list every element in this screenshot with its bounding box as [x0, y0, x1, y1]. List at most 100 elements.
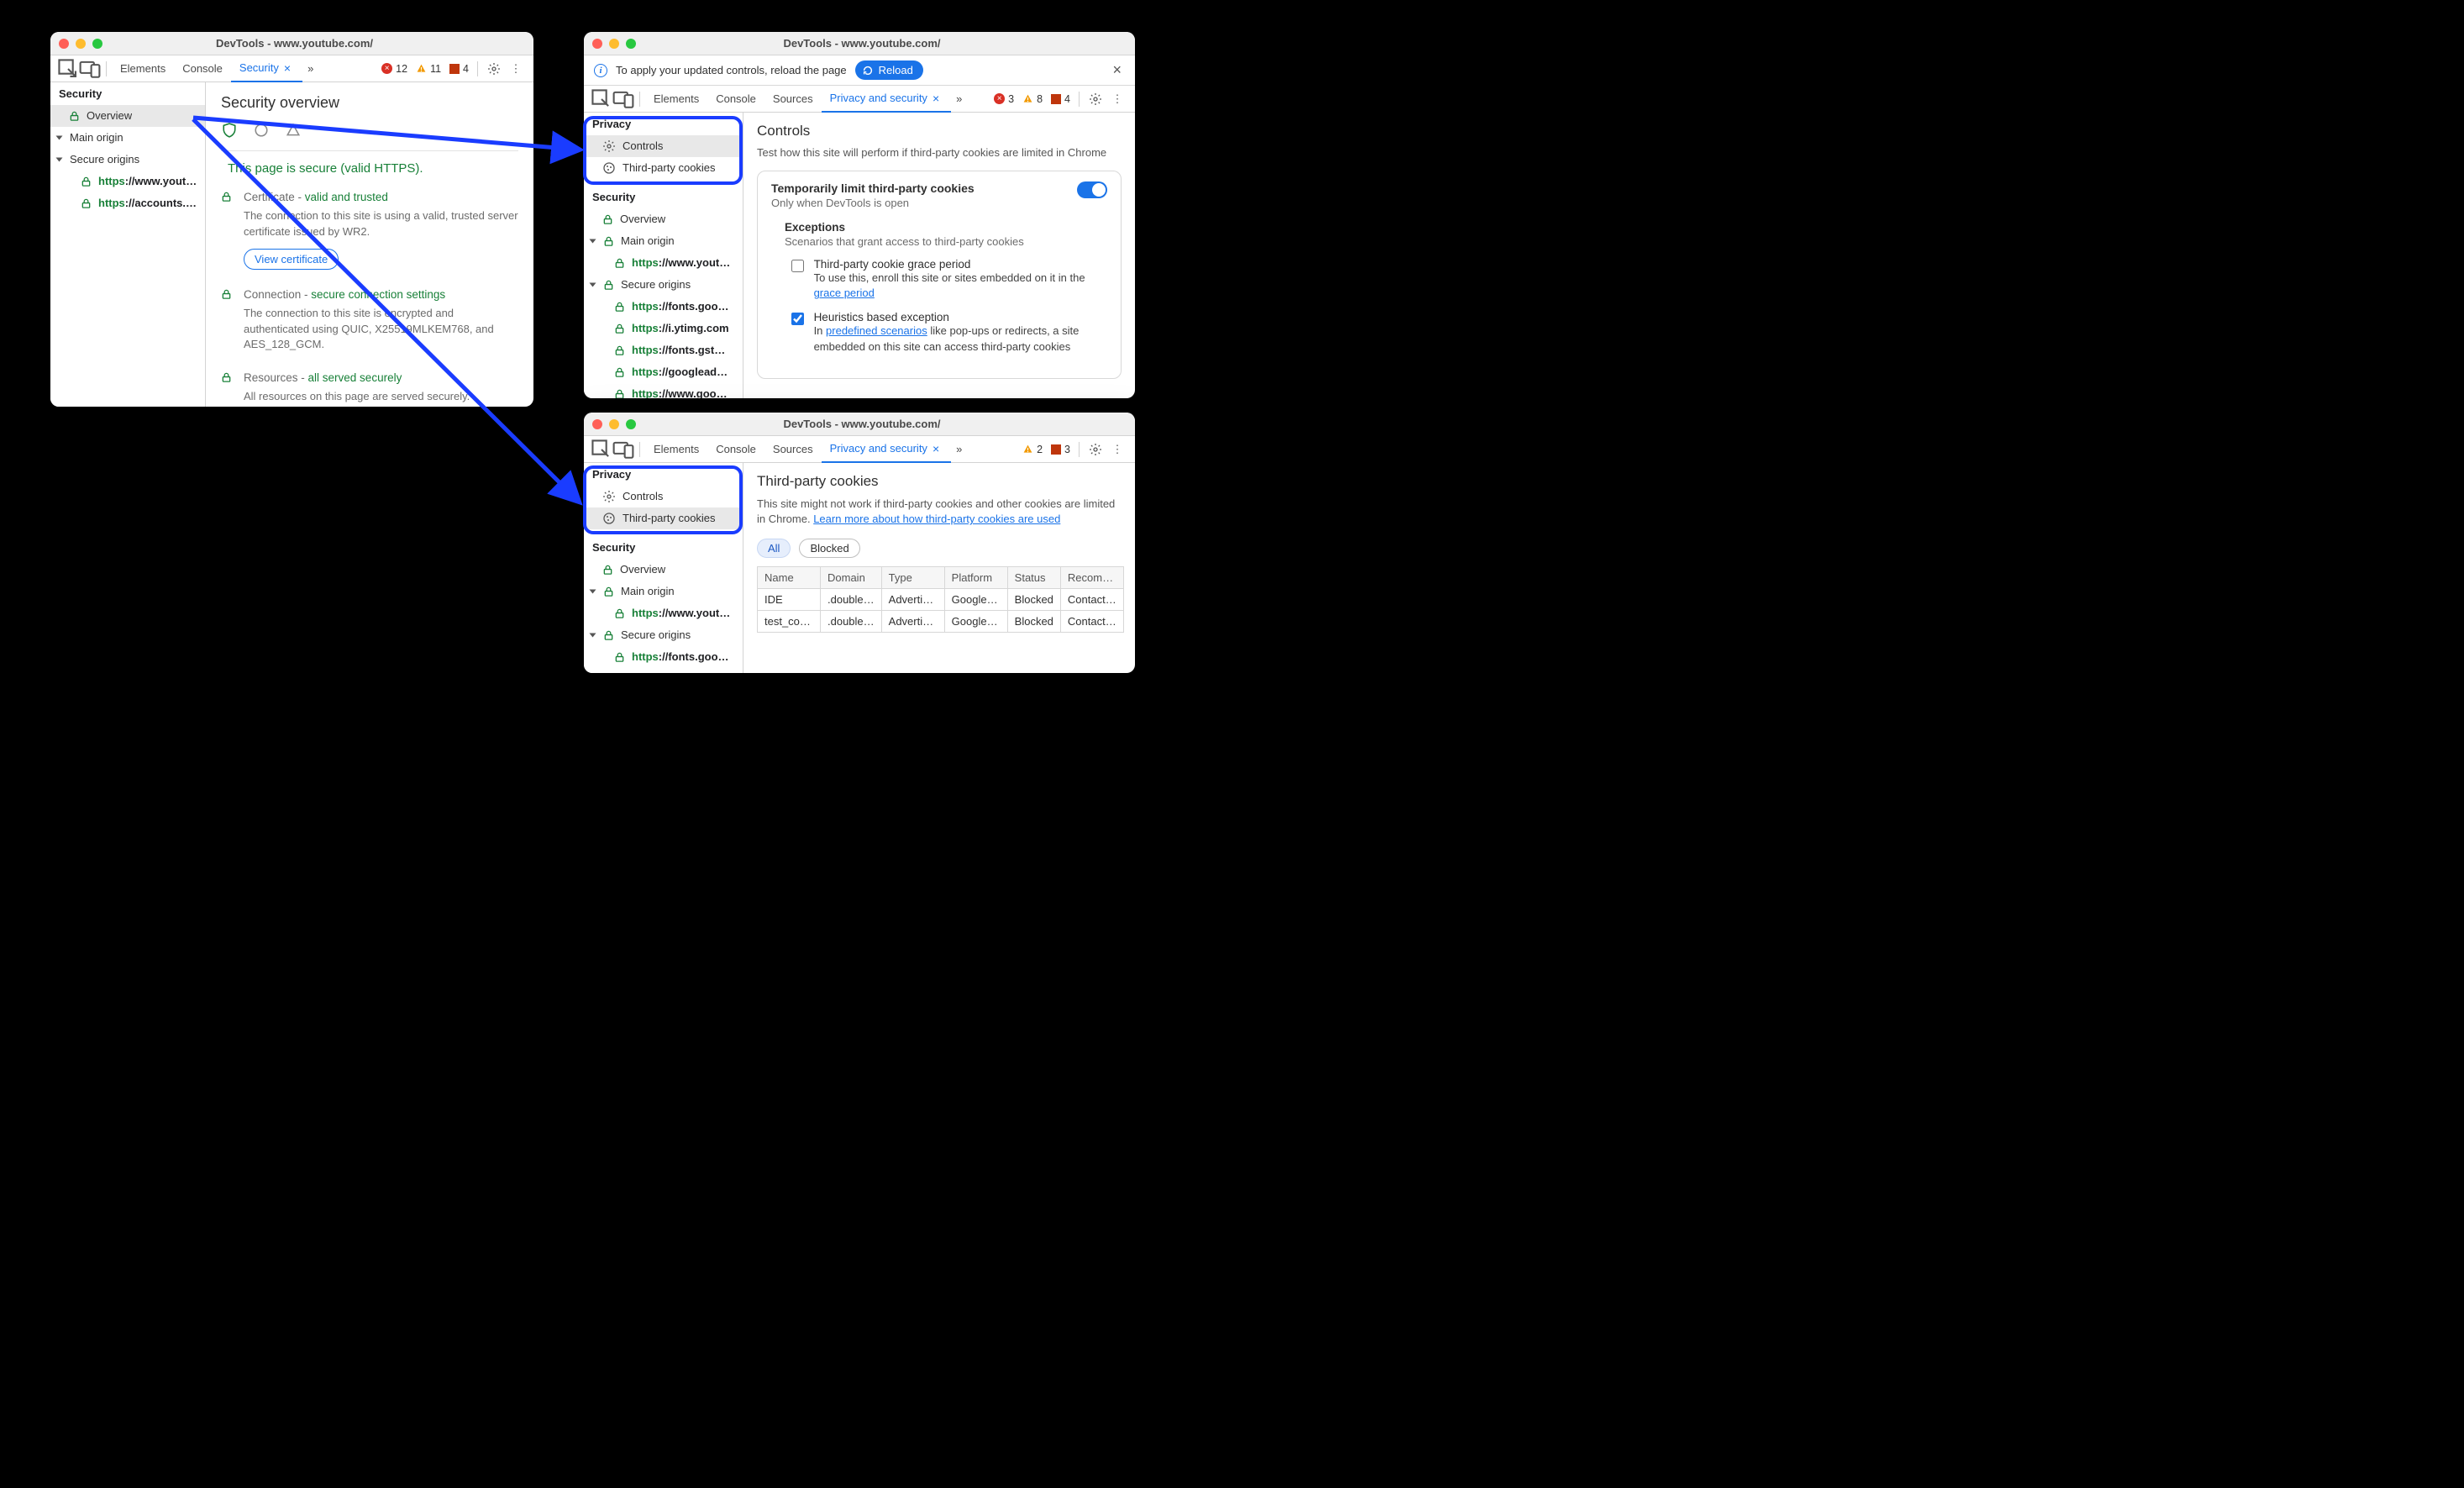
tab-console[interactable]: Console — [707, 436, 764, 463]
sidebar-origin[interactable]: https://fonts.goo… — [584, 646, 743, 668]
error-count[interactable]: 12 — [381, 63, 407, 75]
sidebar-origin[interactable]: https://www.yout… — [584, 252, 743, 274]
sidebar-header-security: Security — [50, 82, 205, 105]
tab-privacy-security[interactable]: Privacy and security × — [822, 86, 952, 113]
table-header[interactable]: Status — [1007, 567, 1060, 589]
tab-privacy-security[interactable]: Privacy and security × — [822, 436, 952, 463]
sidebar-item-overview[interactable]: Overview — [584, 559, 743, 581]
table-header[interactable]: Name — [758, 567, 821, 589]
sidebar-origin[interactable]: https://i.ytimg.com — [584, 318, 743, 339]
sidebar-origin[interactable]: https://www.yout… — [584, 602, 743, 624]
lock-icon — [81, 176, 92, 187]
tab-elements[interactable]: Elements — [645, 86, 707, 113]
kebab-icon[interactable]: ⋮ — [1106, 439, 1128, 460]
sidebar-item-secure-origins[interactable]: Secure origins — [50, 149, 205, 171]
tab-security-label: Security — [239, 61, 279, 74]
table-row[interactable]: IDE.double…Advertisi…Google/D…BlockedCon… — [758, 589, 1124, 611]
table-header[interactable]: Recomm… — [1060, 567, 1123, 589]
sidebar-origin[interactable]: https://accounts.… — [50, 192, 205, 214]
overview-icon-row — [221, 122, 518, 139]
sidebar-item-third-party-cookies[interactable]: Third-party cookies — [584, 507, 743, 529]
view-certificate-button[interactable]: View certificate — [244, 249, 339, 270]
tab-sources[interactable]: Sources — [764, 436, 822, 463]
close-tab-icon[interactable]: × — [933, 442, 939, 455]
inspect-icon[interactable] — [591, 439, 612, 460]
more-tabs-icon[interactable]: » — [951, 92, 967, 105]
privacy-sidebar: Privacy Controls Third-party cookies Sec… — [584, 463, 743, 673]
sidebar-origin[interactable]: https://fonts.gst… — [584, 668, 743, 673]
grace-period-link[interactable]: grace period — [814, 287, 875, 299]
close-tab-icon[interactable]: × — [933, 92, 939, 105]
panel-tabs: Elements Console Sources Privacy and sec… — [584, 86, 1135, 113]
limit-cookies-toggle[interactable] — [1077, 181, 1107, 198]
gear-icon[interactable] — [483, 58, 505, 80]
lock-icon — [614, 608, 625, 619]
device-toolbar-icon[interactable] — [612, 439, 634, 460]
lock-icon — [221, 191, 232, 270]
sidebar-item-main-origin[interactable]: Main origin — [50, 127, 205, 149]
content-title: Security overview — [221, 94, 518, 112]
content-subtitle: This site might not work if third-party … — [757, 497, 1118, 527]
exception-grace-period: Third-party cookie grace period To use t… — [791, 258, 1107, 301]
devtools-window-security: DevTools - www.youtube.com/ Elements Con… — [50, 32, 533, 407]
tab-elements[interactable]: Elements — [645, 436, 707, 463]
kebab-icon[interactable]: ⋮ — [505, 58, 527, 80]
sidebar-origin[interactable]: https://googlead… — [584, 361, 743, 383]
inspect-icon[interactable] — [591, 88, 612, 110]
close-tab-icon[interactable]: × — [284, 61, 291, 75]
sidebar-origin[interactable]: https://www.yout… — [50, 171, 205, 192]
warning-count[interactable]: 11 — [416, 63, 441, 75]
sidebar-origin[interactable]: https://fonts.gst… — [584, 339, 743, 361]
sidebar-item-overview[interactable]: Overview — [584, 208, 743, 230]
gear-icon[interactable] — [1085, 439, 1106, 460]
chevron-down-icon — [56, 158, 63, 162]
warning-count[interactable]: 2 — [1022, 444, 1043, 455]
kebab-icon[interactable]: ⋮ — [1106, 88, 1128, 110]
sidebar-item-controls[interactable]: Controls — [584, 486, 743, 507]
sidebar-origin[interactable]: https://fonts.goo… — [584, 296, 743, 318]
chevron-down-icon — [590, 283, 596, 287]
tab-console[interactable]: Console — [707, 86, 764, 113]
tab-console[interactable]: Console — [174, 55, 231, 82]
sidebar-item-main-origin[interactable]: Main origin — [584, 581, 743, 602]
warning-count[interactable]: 8 — [1022, 93, 1043, 105]
issue-count[interactable]: 4 — [449, 63, 469, 75]
tab-security[interactable]: Security × — [231, 55, 302, 82]
filter-blocked[interactable]: Blocked — [799, 539, 859, 558]
sidebar-item-controls[interactable]: Controls — [584, 135, 743, 157]
info-ring-icon — [253, 122, 270, 139]
chevron-down-icon — [590, 239, 596, 244]
table-header[interactable]: Type — [881, 567, 944, 589]
tab-sources[interactable]: Sources — [764, 86, 822, 113]
device-toolbar-icon[interactable] — [612, 88, 634, 110]
lock-icon — [614, 367, 625, 378]
sidebar-item-main-origin[interactable]: Main origin — [584, 230, 743, 252]
error-count[interactable]: 3 — [994, 93, 1014, 105]
issue-count[interactable]: 3 — [1051, 444, 1070, 455]
sidebar-item-secure-origins[interactable]: Secure origins — [584, 274, 743, 296]
grace-period-checkbox[interactable] — [791, 260, 804, 272]
heuristics-checkbox[interactable] — [791, 313, 804, 325]
more-tabs-icon[interactable]: » — [951, 443, 967, 455]
filter-all[interactable]: All — [757, 539, 791, 558]
more-tabs-icon[interactable]: » — [302, 62, 318, 75]
sidebar-item-secure-origins[interactable]: Secure origins — [584, 624, 743, 646]
sidebar-item-overview[interactable]: Overview — [50, 105, 205, 127]
gear-icon[interactable] — [1085, 88, 1106, 110]
tab-elements[interactable]: Elements — [112, 55, 174, 82]
learn-more-link[interactable]: Learn more about how third-party cookies… — [813, 513, 1060, 525]
window-title: DevTools - www.youtube.com/ — [597, 418, 1127, 430]
table-header[interactable]: Platform — [944, 567, 1007, 589]
titlebar: DevTools - www.youtube.com/ — [584, 32, 1135, 55]
sidebar-item-third-party-cookies[interactable]: Third-party cookies — [584, 157, 743, 179]
predefined-scenarios-link[interactable]: predefined scenarios — [826, 324, 927, 337]
card-sub: Only when DevTools is open — [771, 197, 975, 209]
table-header[interactable]: Domain — [821, 567, 882, 589]
issue-count[interactable]: 4 — [1051, 93, 1070, 105]
device-toolbar-icon[interactable] — [79, 58, 101, 80]
table-row[interactable]: test_cookie.double…Advertisi…Google/D…Bl… — [758, 611, 1124, 633]
reload-button[interactable]: Reload — [855, 60, 923, 80]
close-icon[interactable]: × — [1109, 60, 1125, 81]
sidebar-origin[interactable]: https://www.goo… — [584, 383, 743, 398]
inspect-icon[interactable] — [57, 58, 79, 80]
